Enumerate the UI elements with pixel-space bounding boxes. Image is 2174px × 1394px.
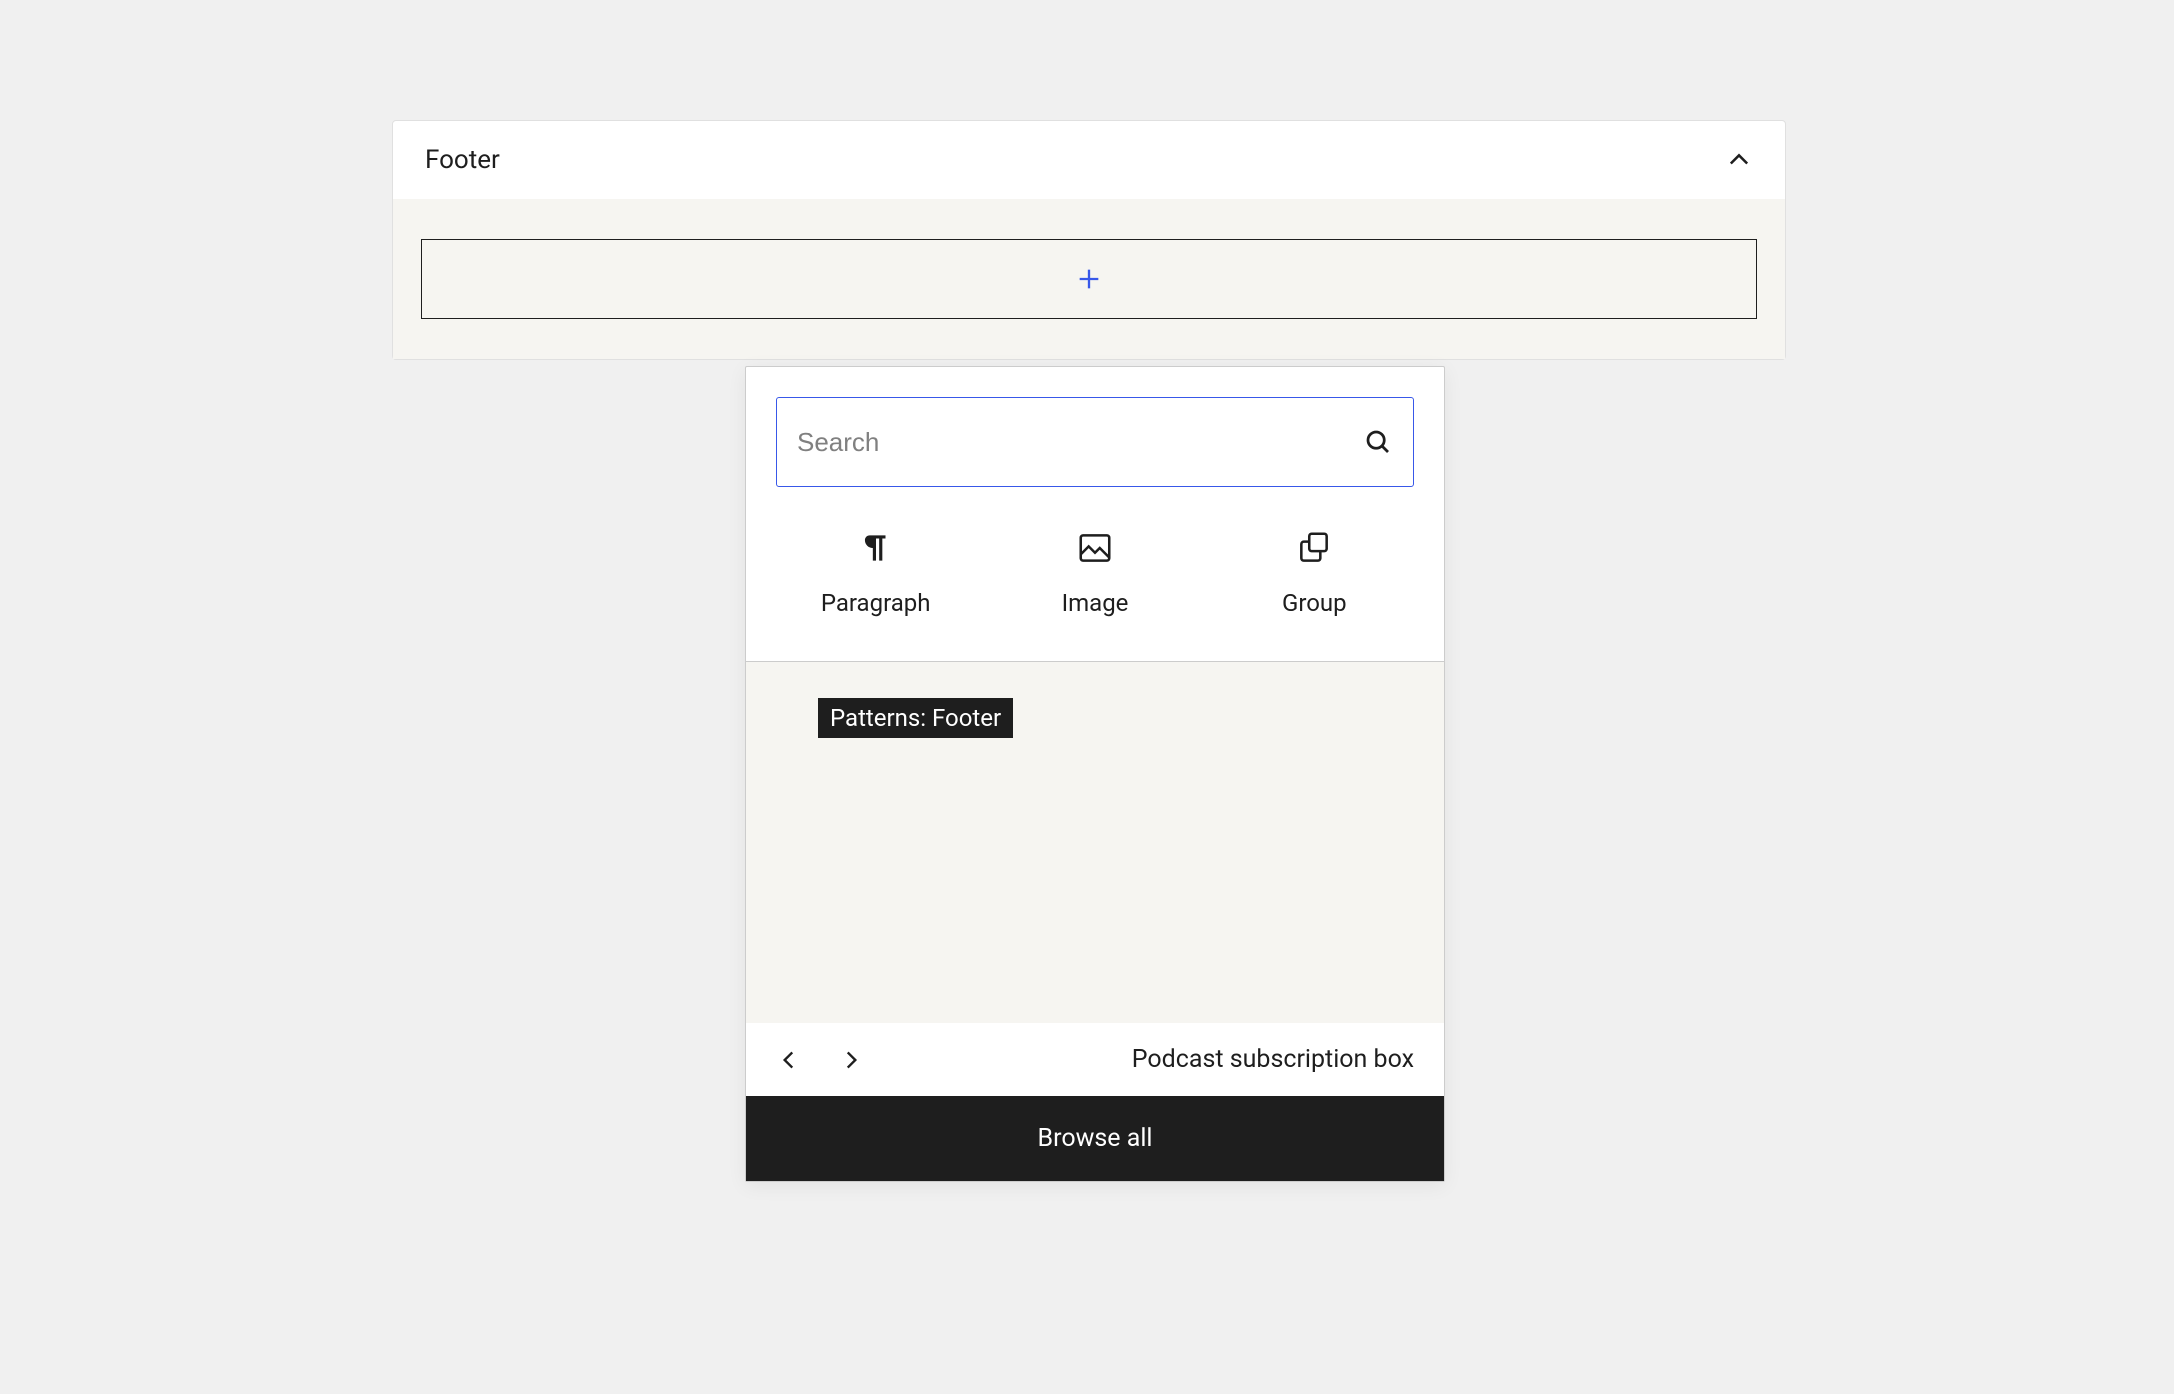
add-block-button[interactable] <box>421 239 1757 319</box>
pattern-nav: Podcast subscription box <box>746 1023 1444 1096</box>
block-label: Group <box>1282 589 1347 617</box>
paragraph-icon <box>857 529 895 567</box>
block-image[interactable]: Image <box>1005 529 1185 617</box>
search-input[interactable] <box>797 427 1363 458</box>
search-field[interactable] <box>776 397 1414 487</box>
group-icon <box>1295 529 1333 567</box>
chevron-up-icon <box>1725 146 1753 174</box>
block-label: Image <box>1062 589 1129 617</box>
pattern-title: Podcast subscription box <box>1132 1045 1414 1074</box>
block-group[interactable]: Group <box>1224 529 1404 617</box>
panel-title: Footer <box>425 145 500 175</box>
chevron-right-icon[interactable] <box>838 1047 864 1073</box>
block-paragraph[interactable]: Paragraph <box>786 529 966 617</box>
block-inserter-popover: Paragraph Image Group Patterns: Footer <box>745 366 1445 1182</box>
nav-arrows <box>776 1047 864 1073</box>
block-label: Paragraph <box>821 589 931 617</box>
blocks-row: Paragraph Image Group <box>746 505 1444 661</box>
chevron-left-icon[interactable] <box>776 1047 802 1073</box>
patterns-preview-area[interactable]: Patterns: Footer <box>746 661 1444 1023</box>
search-icon <box>1363 427 1393 457</box>
patterns-badge: Patterns: Footer <box>818 698 1013 738</box>
browse-all-button[interactable]: Browse all <box>746 1096 1444 1181</box>
search-wrap <box>746 367 1444 505</box>
panel-body <box>393 199 1785 359</box>
footer-section-panel: Footer <box>392 120 1786 360</box>
image-icon <box>1076 529 1114 567</box>
plus-icon <box>1075 265 1103 293</box>
panel-header[interactable]: Footer <box>393 121 1785 199</box>
